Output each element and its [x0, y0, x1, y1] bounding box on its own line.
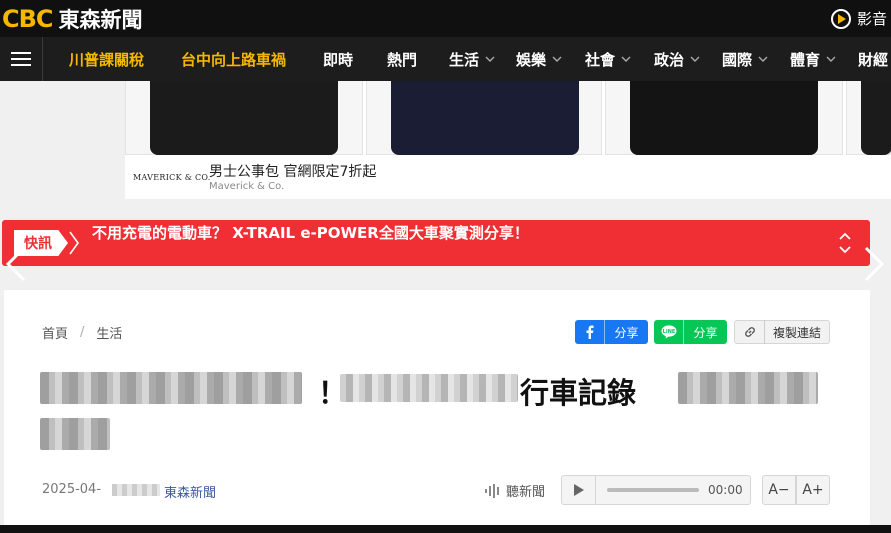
nav-label: 體育 [790, 50, 821, 69]
facebook-icon [575, 320, 605, 344]
carousel-next-icon[interactable] [862, 246, 886, 282]
chevron-down-icon [758, 56, 768, 62]
breaking-news-bar[interactable]: 快訊 不用充電的電動車？ X-TRAIL e-POWER全國大車聚實測分享！ [2, 220, 870, 266]
share-line-label: 分享 [693, 325, 718, 340]
play-button[interactable] [562, 476, 596, 504]
ad-banner[interactable]: MAVERICK & CO. 男士公事包 官網限定7折起 Maverick & … [125, 81, 891, 199]
nav-item-entertainment[interactable]: 娛樂 [516, 37, 562, 81]
menu-icon[interactable] [0, 37, 43, 81]
blurred-text [40, 418, 110, 450]
share-facebook-button[interactable]: 分享 [575, 320, 648, 344]
nav-label: 生活 [449, 50, 480, 69]
nav-label: 娛樂 [516, 50, 547, 69]
play-icon [573, 484, 584, 496]
nav-item-tariff[interactable]: 川普課關稅 [69, 37, 144, 81]
ad-product-image[interactable] [846, 81, 891, 155]
blurred-text [40, 372, 302, 404]
nav-label: 國際 [722, 50, 753, 69]
bag-image [630, 81, 818, 155]
nav-item-politics[interactable]: 政治 [654, 37, 700, 81]
article-headline: ！ 行車記錄 [38, 362, 838, 462]
main-nav: 川普課關稅 台中向上路車禍 即時 熱門 生活 娛樂 社會 政治 國際 體育 財經 [0, 37, 891, 81]
logo-text: 東森新聞 [58, 7, 143, 32]
audio-player: 00:00 [561, 475, 751, 505]
line-icon: LINE [654, 320, 684, 344]
svg-text:LINE: LINE [662, 329, 675, 335]
nav-label: 川普課關稅 [69, 50, 145, 69]
nav-item-finance[interactable]: 財經 [858, 37, 888, 81]
copy-link-label: 複製連結 [772, 325, 821, 340]
logo-mark: CBC [2, 4, 54, 33]
blurred-text [678, 372, 818, 404]
nav-item-latest[interactable]: 即時 [323, 37, 353, 81]
play-circle-icon [830, 8, 851, 29]
breadcrumb-category[interactable]: 生活 [96, 323, 122, 342]
share-line-button[interactable]: LINE 分享 [654, 320, 727, 344]
video-link[interactable]: 影音 [830, 0, 887, 37]
nav-item-crash[interactable]: 台中向上路車禍 [181, 37, 286, 81]
breadcrumb: 首頁 / 生活 [42, 323, 122, 342]
chevron-down-icon [485, 56, 495, 62]
video-label: 影音 [856, 10, 887, 28]
nav-label: 財經 [858, 50, 889, 69]
chevron-down-icon [621, 56, 631, 62]
up-down-chevron-icon[interactable] [838, 231, 852, 255]
ad-product-image[interactable] [605, 81, 843, 155]
ad-product-image[interactable] [125, 81, 363, 155]
bag-image [391, 81, 579, 155]
share-facebook-label: 分享 [614, 325, 639, 340]
nav-label: 即時 [323, 50, 354, 69]
font-increase-button[interactable]: A+ [796, 475, 830, 505]
nav-label: 社會 [585, 50, 616, 69]
ad-title[interactable]: 男士公事包 官網限定7折起 [209, 161, 376, 181]
listen-news-label: 聽新聞 [484, 481, 545, 500]
link-icon [735, 320, 765, 344]
top-bar: CBC 東森新聞 影音 [0, 0, 891, 37]
chevron-down-icon [552, 56, 562, 62]
nav-item-life[interactable]: 生活 [449, 37, 495, 81]
nav-label: 台中向上路車禍 [181, 50, 287, 69]
chevron-down-icon [690, 56, 700, 62]
article-date: 2025-04- [42, 482, 102, 497]
headline-visible-text: 行車記錄 [520, 376, 637, 410]
audio-time: 00:00 [708, 483, 743, 497]
copy-link-button[interactable]: 複製連結 [734, 320, 830, 344]
blurred-time [112, 484, 160, 496]
font-decrease-button[interactable]: A− [762, 475, 796, 505]
nav-item-international[interactable]: 國際 [722, 37, 768, 81]
article-card: 首頁 / 生活 分享 LINE 分享 複製連結 ！ 行車記錄 2025-04- … [4, 290, 870, 533]
blurred-text [340, 374, 518, 402]
bag-image [861, 81, 891, 155]
ad-brand-logo: MAVERICK & CO. [133, 173, 211, 182]
carousel-prev-icon[interactable] [4, 246, 28, 282]
breadcrumb-home[interactable]: 首頁 [42, 323, 68, 342]
breadcrumb-separator: / [80, 325, 85, 340]
audio-wave-icon [485, 483, 499, 498]
nav-item-sports[interactable]: 體育 [790, 37, 836, 81]
breaking-headline[interactable]: 不用充電的電動車？ X-TRAIL e-POWER全國大車聚實測分享！ [92, 222, 529, 243]
site-logo[interactable]: CBC 東森新聞 [0, 0, 143, 37]
nav-item-society[interactable]: 社會 [585, 37, 631, 81]
bag-image [150, 81, 338, 155]
audio-progress-bar[interactable] [607, 488, 699, 492]
article-source[interactable]: 東森新聞 [164, 482, 216, 501]
listen-label: 聽新聞 [506, 485, 546, 500]
nav-item-popular[interactable]: 熱門 [387, 37, 417, 81]
ad-product-image[interactable] [366, 81, 602, 155]
bottom-bar [0, 525, 891, 533]
nav-label: 熱門 [387, 50, 418, 69]
ad-source: Maverick & Co. [209, 181, 285, 192]
chevron-right-icon [69, 231, 79, 255]
chevron-down-icon [826, 56, 836, 62]
nav-label: 政治 [654, 50, 685, 69]
